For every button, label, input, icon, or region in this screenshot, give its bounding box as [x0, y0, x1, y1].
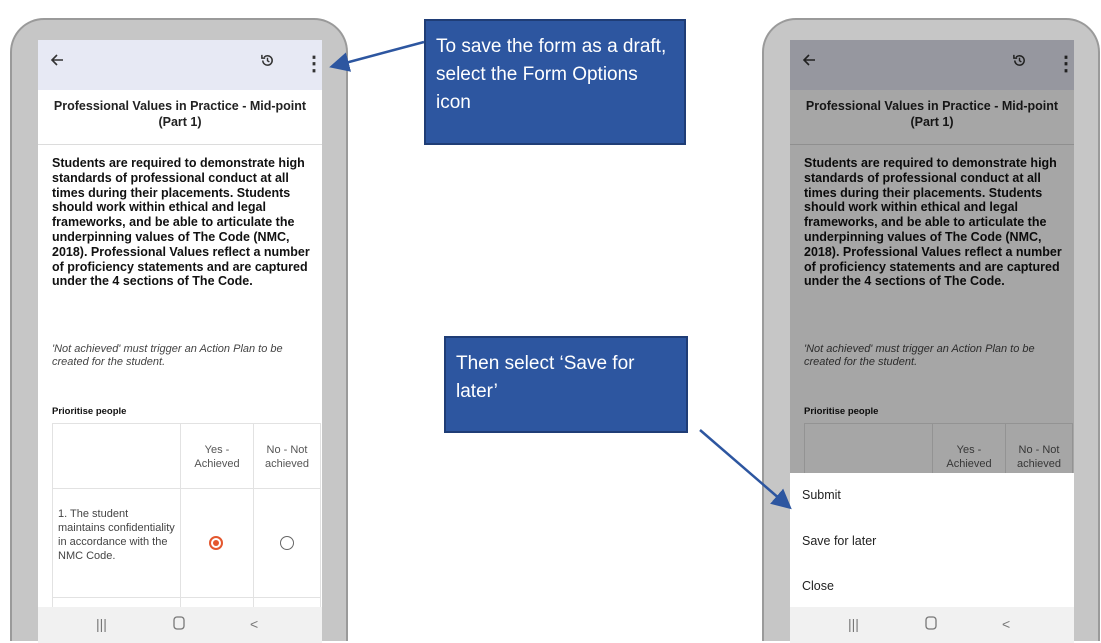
- arrow-to-form-options: [329, 40, 425, 72]
- annotation-arrows: [329, 40, 792, 510]
- arrow-to-save-for-later: [699, 429, 792, 510]
